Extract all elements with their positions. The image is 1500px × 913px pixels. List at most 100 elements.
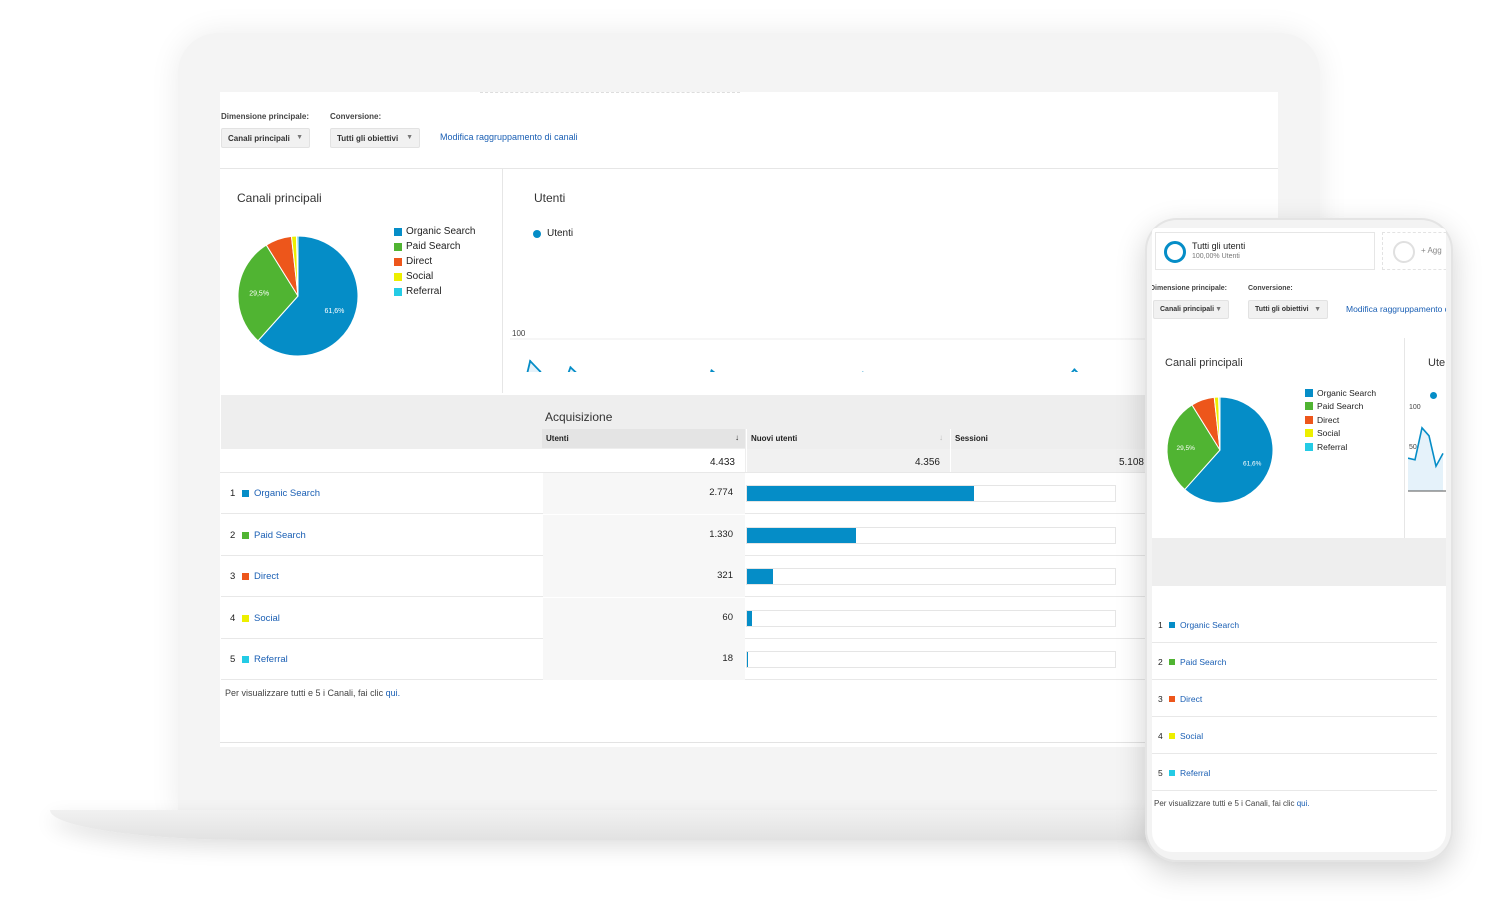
caret-down-icon: ▼ bbox=[1215, 306, 1222, 313]
channel-link[interactable]: Direct bbox=[1180, 694, 1202, 704]
y-tick-label: 50 bbox=[1409, 444, 1417, 451]
data-point[interactable] bbox=[569, 366, 572, 369]
channel-link[interactable]: Organic Search bbox=[1180, 620, 1239, 630]
legend-swatch bbox=[1305, 415, 1313, 424]
group-header: Acquisizione bbox=[545, 410, 613, 424]
legend-item: Paid Search bbox=[394, 239, 475, 254]
row-index: 2 bbox=[1158, 657, 1163, 667]
legend-item: Paid Search bbox=[1305, 400, 1376, 414]
add-segment[interactable]: + Agg bbox=[1382, 232, 1446, 270]
segment-card[interactable]: Tutti gli utenti 100,00% Utenti bbox=[1155, 232, 1375, 270]
users-bar-fill bbox=[747, 527, 856, 543]
footer-text: Per visualizzare tutti e 5 i Canali, fai… bbox=[1154, 799, 1297, 808]
line-chart: 100 50 bbox=[1408, 404, 1446, 492]
footer-link[interactable]: qui. bbox=[1297, 799, 1310, 808]
table-footer: Per visualizzare tutti e 5 i Canali, fai… bbox=[1154, 799, 1310, 808]
legend-item: Social bbox=[1305, 427, 1376, 441]
legend-label: Social bbox=[406, 271, 434, 282]
data-point[interactable] bbox=[710, 369, 713, 372]
conversion-dropdown[interactable]: Tutti gli obiettivi ▼ bbox=[1248, 300, 1328, 319]
table-footer: Per visualizzare tutti e 5 i Canali, fai… bbox=[225, 688, 400, 698]
users-bar-fill bbox=[747, 610, 752, 626]
arrow-down-icon[interactable]: ↓ bbox=[735, 433, 739, 442]
conversion-value: Tutti gli obiettivi bbox=[1255, 306, 1309, 313]
users-bar-fill bbox=[747, 652, 749, 667]
segment-circle-icon bbox=[1164, 241, 1186, 263]
legend-dot bbox=[533, 229, 541, 238]
dimension-label: Dimensione principale: bbox=[221, 112, 310, 121]
footer-link[interactable]: qui. bbox=[386, 688, 401, 698]
pie-chart: 61,6% 29,5% bbox=[237, 235, 359, 357]
data-point[interactable] bbox=[529, 360, 532, 363]
phone-screen: Tutti gli utenti 100,00% Utenti + Agg Di… bbox=[1152, 228, 1446, 852]
row-index: 5 bbox=[230, 654, 236, 665]
y-tick-label: 100 bbox=[1409, 404, 1421, 411]
users-value: 60 bbox=[543, 597, 745, 639]
legend-swatch bbox=[394, 257, 402, 266]
users-bar bbox=[746, 651, 1116, 668]
channel-link[interactable]: Social bbox=[254, 613, 280, 624]
users-value: 321 bbox=[543, 556, 745, 597]
series-line-utenti bbox=[526, 359, 1079, 372]
pie-data-label: 61,6% bbox=[1243, 460, 1262, 467]
users-value: 2.774 bbox=[543, 473, 745, 514]
legend-label: Organic Search bbox=[406, 226, 476, 237]
legend-item: Social bbox=[394, 269, 475, 284]
table-row: 1 Organic Search bbox=[1152, 606, 1437, 643]
channel-link[interactable]: Referral bbox=[254, 654, 288, 665]
channel-swatch bbox=[1169, 733, 1175, 739]
table-row: 2 Paid Search 1.330 bbox=[221, 514, 1146, 556]
channel-swatch bbox=[1169, 770, 1175, 776]
edit-grouping-link[interactable]: Modifica raggruppamento di canali bbox=[440, 132, 578, 142]
col-users-bg bbox=[542, 429, 745, 448]
legend-label: Referral bbox=[406, 286, 442, 297]
channel-link[interactable]: Paid Search bbox=[254, 530, 306, 541]
area-fill bbox=[527, 361, 1077, 372]
row-index: 5 bbox=[1158, 768, 1163, 778]
table-row: 3 Direct 321 bbox=[221, 556, 1146, 597]
channel-link[interactable]: Direct bbox=[254, 571, 279, 582]
legend-swatch bbox=[1305, 429, 1313, 438]
conversion-dropdown[interactable]: Tutti gli obiettivi ▼ bbox=[330, 128, 420, 148]
row-index: 3 bbox=[1158, 694, 1163, 704]
table-header bbox=[1152, 538, 1446, 586]
conversion-label: Conversione: bbox=[330, 112, 382, 121]
col-sessions[interactable]: Sessioni bbox=[955, 434, 988, 443]
line-chart: 10050luglio 2021agosto 2021 bbox=[510, 329, 1145, 372]
row-index: 3 bbox=[230, 571, 236, 582]
arrow-down-icon[interactable]: ↓ bbox=[939, 433, 943, 442]
legend-label: Direct bbox=[1317, 414, 1340, 425]
pie-legend: Organic Search Paid Search Direct Social Ref… bbox=[394, 224, 475, 299]
legend-swatch bbox=[1305, 442, 1313, 451]
legend-label: Organic Search bbox=[1317, 387, 1377, 398]
total-new-users: 4.356 bbox=[914, 457, 940, 468]
row-index: 4 bbox=[230, 612, 236, 624]
channel-swatch bbox=[1169, 696, 1175, 702]
channel-link[interactable]: Referral bbox=[1180, 768, 1210, 778]
channel-link[interactable]: Paid Search bbox=[1180, 657, 1226, 667]
row-index: 1 bbox=[1158, 620, 1163, 630]
col-users[interactable]: Utenti bbox=[546, 434, 569, 443]
laptop-screen: Dimensione principale: Conversione: Cana… bbox=[220, 92, 1278, 747]
channel-link[interactable]: Social bbox=[1180, 731, 1203, 741]
legend-item: Organic Search bbox=[394, 224, 475, 239]
divider bbox=[502, 169, 503, 393]
pie-data-label: 29,5% bbox=[249, 291, 269, 298]
table-row: 5 Referral bbox=[1152, 754, 1437, 791]
dimension-dropdown[interactable]: Canali principali ▼ bbox=[1153, 300, 1229, 319]
channel-link[interactable]: Organic Search bbox=[254, 488, 320, 499]
legend-item: Organic Search bbox=[1305, 386, 1376, 400]
legend-item: Referral bbox=[1305, 440, 1376, 454]
dimension-dropdown[interactable]: Canali principali ▼ bbox=[221, 128, 310, 148]
legend-label: Utenti bbox=[547, 228, 574, 239]
dimension-label: Dimensione principale: bbox=[1152, 285, 1228, 292]
col-new-users[interactable]: Nuovi utenti bbox=[751, 434, 797, 443]
legend-item: Direct bbox=[394, 254, 475, 269]
legend-dot bbox=[1430, 392, 1437, 399]
dimension-value: Canali principali bbox=[1160, 306, 1215, 313]
legend-swatch bbox=[394, 272, 402, 281]
edit-grouping-link[interactable]: Modifica raggruppamento di canali bbox=[1346, 304, 1446, 314]
legend-item: Direct bbox=[1305, 413, 1376, 427]
data-point[interactable] bbox=[1073, 368, 1076, 371]
pie-chart: 61,6% 29,5% bbox=[1166, 396, 1274, 504]
